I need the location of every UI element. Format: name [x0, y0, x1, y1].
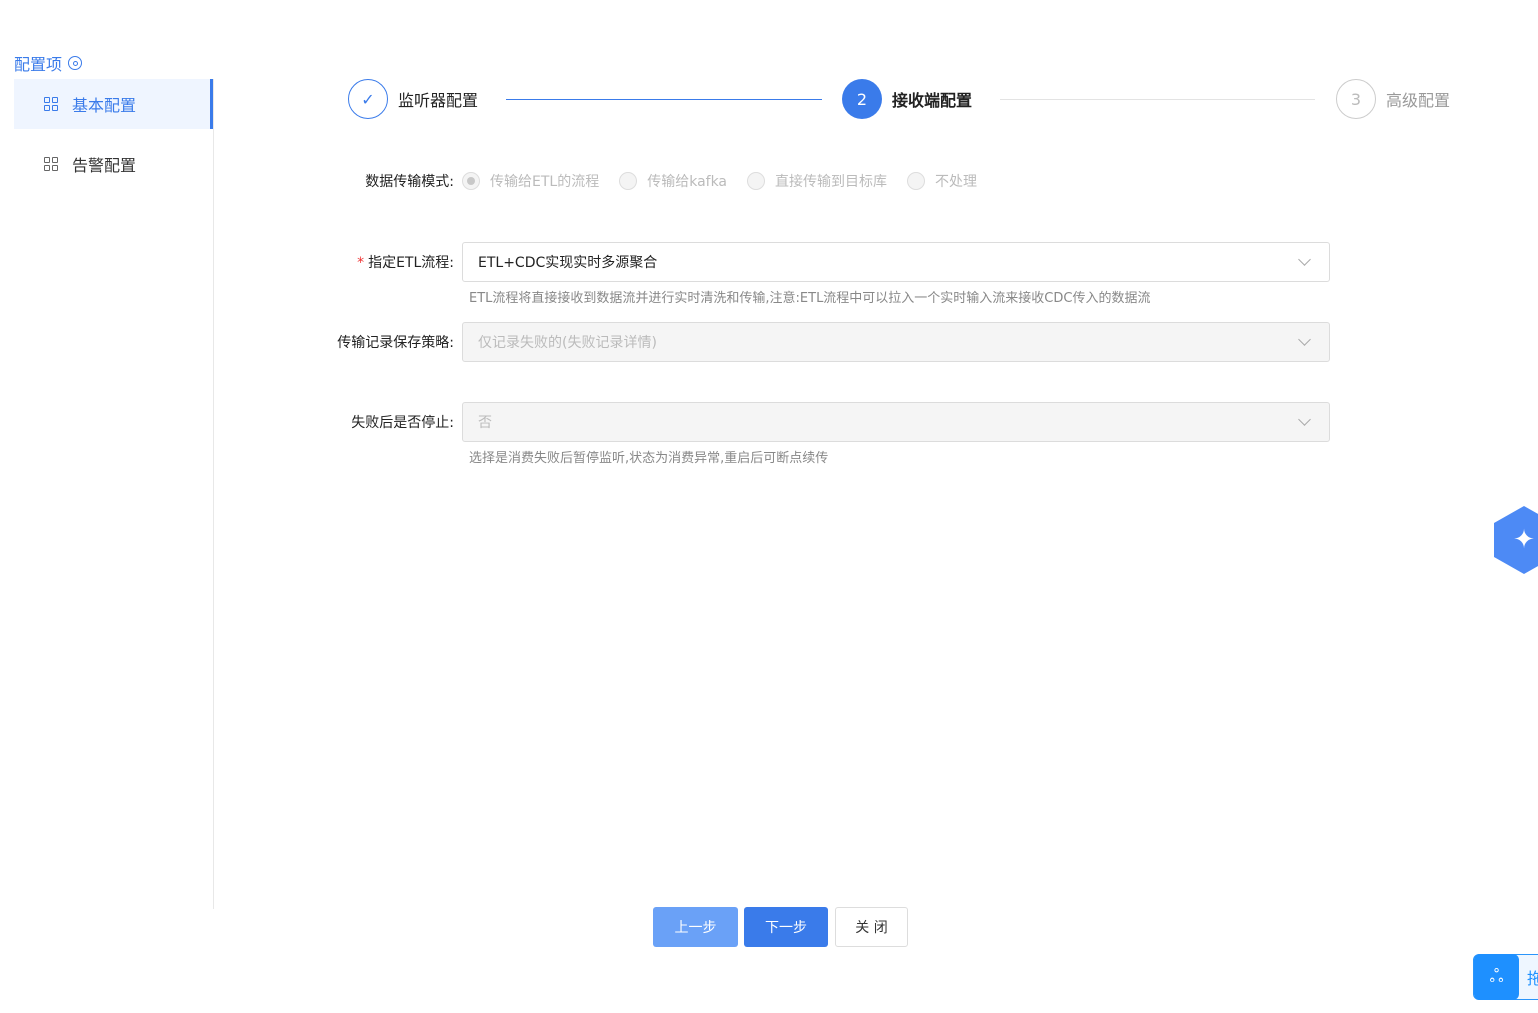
sidebar-item-label: 基本配置 [72, 96, 137, 115]
radio-etl[interactable]: 传输给ETL的流程 [462, 171, 599, 191]
chevron-down-icon [1298, 413, 1311, 426]
step-number: 3 [1336, 79, 1376, 119]
field-label: 传输记录保存策略: [337, 335, 454, 351]
step-label: 接收端配置 [892, 91, 973, 110]
step-advanced: 3 高级配置 [1336, 79, 1450, 119]
sidebar-title-text: 配置项 [14, 55, 63, 74]
step-receiver: 2 接收端配置 [842, 79, 972, 119]
check-icon: ✓ [348, 79, 388, 119]
step-number: 2 [842, 79, 882, 119]
sidebar-item-label: 告警配置 [72, 156, 137, 175]
stop-on-failure-select[interactable]: 否 [462, 402, 1330, 442]
grid-icon [44, 97, 58, 111]
grid-icon [44, 157, 58, 171]
chevron-down-icon [1298, 333, 1311, 346]
step-listener: ✓ 监听器配置 [348, 79, 478, 119]
settings-icon[interactable] [68, 56, 83, 70]
record-policy-row: 传输记录保存策略: 仅记录失败的(失败记录详情) [230, 322, 1330, 362]
step-connector [1000, 99, 1315, 100]
field-label: 数据传输模式: [365, 174, 454, 190]
step-connector [506, 99, 822, 100]
field-label: * 指定ETL流程: [357, 255, 454, 271]
sidebar-title: 配置项 [14, 51, 83, 75]
radio-none[interactable]: 不处理 [907, 171, 977, 191]
stop-help-text: 选择是消费失败后暂停监听,状态为消费异常,重启后可断点续传 [469, 451, 829, 466]
cloud-icon: ஃ [1474, 954, 1519, 1000]
transfer-mode-row: 数据传输模式: 传输给ETL的流程 传输给kafka 直接传输到目标库 不处理 [230, 171, 997, 191]
chevron-down-icon [1298, 253, 1311, 266]
record-policy-select[interactable]: 仅记录失败的(失败记录详情) [462, 322, 1330, 362]
radio-target-db[interactable]: 直接传输到目标库 [747, 171, 887, 191]
step-label: 监听器配置 [398, 91, 479, 110]
side-tab-label: 拖 [1527, 969, 1538, 988]
steps: ✓ 监听器配置 2 接收端配置 3 高级配置 [348, 79, 1458, 119]
sidebar-item-basic-config[interactable]: 基本配置 [14, 79, 213, 129]
sidebar: 基本配置 告警配置 [14, 79, 214, 909]
radio-kafka[interactable]: 传输给kafka [619, 171, 727, 191]
step-label: 高级配置 [1386, 91, 1451, 110]
stop-on-failure-row: 失败后是否停止: 否 [230, 402, 1330, 442]
bird-floating-icon[interactable]: ✦ [1494, 506, 1538, 574]
prev-step-button[interactable]: 上一步 [653, 907, 738, 947]
etl-flow-select[interactable]: ETL+CDC实现实时多源聚合 [462, 242, 1330, 282]
close-button[interactable]: 关 闭 [835, 907, 908, 947]
floating-side-tab[interactable]: ஃ 拖 [1473, 954, 1538, 1000]
next-step-button[interactable]: 下一步 [744, 907, 828, 947]
etl-help-text: ETL流程将直接接收到数据流并进行实时清洗和传输,注意:ETL流程中可以拉入一个… [469, 291, 1151, 306]
sidebar-item-alert-config[interactable]: 告警配置 [14, 139, 213, 189]
etl-flow-row: * 指定ETL流程: ETL+CDC实现实时多源聚合 [230, 242, 1330, 282]
field-label: 失败后是否停止: [351, 415, 454, 431]
